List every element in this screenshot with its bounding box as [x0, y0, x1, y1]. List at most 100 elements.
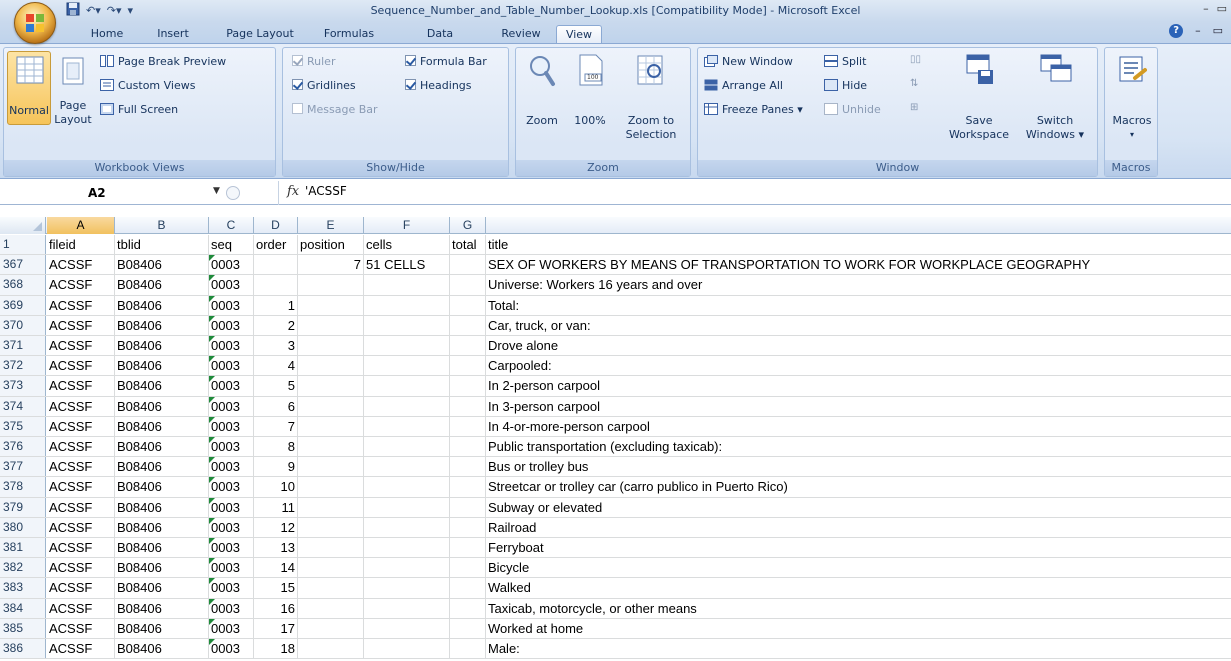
- cell-A[interactable]: ACSSF: [47, 558, 115, 577]
- minimize-icon[interactable]: –: [1203, 2, 1209, 15]
- cell-E[interactable]: 7: [298, 255, 364, 274]
- cell-E[interactable]: [298, 296, 364, 315]
- cell-F[interactable]: [364, 639, 450, 658]
- cell-H[interactable]: Carpooled:: [486, 356, 1231, 375]
- freeze-panes-button[interactable]: Freeze Panes ▾: [704, 103, 803, 117]
- cell-D[interactable]: [254, 275, 298, 294]
- column-header-F[interactable]: F: [364, 217, 450, 234]
- cell-F[interactable]: [364, 578, 450, 597]
- cell-A[interactable]: ACSSF: [47, 578, 115, 597]
- minimize-workbook-icon[interactable]: –: [1195, 24, 1201, 38]
- cell-D[interactable]: 11: [254, 498, 298, 517]
- cell-H[interactable]: In 4-or-more-person carpool: [486, 417, 1231, 436]
- cell-D[interactable]: 15: [254, 578, 298, 597]
- cell-C[interactable]: 0003: [209, 356, 254, 375]
- cell-H[interactable]: Car, truck, or van:: [486, 316, 1231, 335]
- cell-A[interactable]: ACSSF: [47, 477, 115, 496]
- formula-bar-checkbox[interactable]: Formula Bar: [405, 55, 487, 69]
- cell-D[interactable]: 2: [254, 316, 298, 335]
- cell-D[interactable]: 16: [254, 599, 298, 618]
- cell-B[interactable]: B08406: [115, 336, 209, 355]
- row-header[interactable]: 377: [0, 457, 46, 477]
- reset-window-position-icon[interactable]: ⊞: [910, 102, 918, 113]
- name-box-dropdown-icon[interactable]: ▼: [213, 186, 220, 196]
- cell-G[interactable]: [450, 255, 486, 274]
- column-header-A[interactable]: A: [47, 217, 115, 234]
- cell-H[interactable]: In 2-person carpool: [486, 376, 1231, 395]
- cell-D[interactable]: 17: [254, 619, 298, 638]
- row-header[interactable]: 383: [0, 578, 46, 598]
- cell-C[interactable]: 0003: [209, 315, 254, 335]
- cell-D[interactable]: 12: [254, 518, 298, 537]
- tab-review[interactable]: Review: [496, 25, 546, 43]
- cell-E[interactable]: [298, 578, 364, 597]
- cell-E[interactable]: [298, 437, 364, 456]
- name-box[interactable]: A2: [6, 183, 182, 203]
- cell-E[interactable]: [298, 275, 364, 294]
- formula-input[interactable]: 'ACSSF: [305, 184, 347, 198]
- cell-A[interactable]: ACSSF: [47, 255, 115, 274]
- cell-H[interactable]: Bus or trolley bus: [486, 457, 1231, 476]
- cell-E[interactable]: [298, 498, 364, 517]
- cell-D[interactable]: 8: [254, 437, 298, 456]
- cell-F[interactable]: [364, 275, 450, 294]
- cell-F[interactable]: [364, 437, 450, 456]
- macros-button[interactable]: Macros ▾: [1109, 52, 1155, 142]
- cell-E[interactable]: [298, 356, 364, 375]
- split-button[interactable]: Split: [824, 55, 866, 69]
- column-header-E[interactable]: E: [298, 217, 364, 234]
- save-workspace-button[interactable]: Save Workspace: [942, 52, 1016, 142]
- cell-C[interactable]: 0003: [209, 639, 254, 658]
- tab-view[interactable]: View: [556, 25, 602, 43]
- cell-G[interactable]: [450, 599, 486, 618]
- cell-F[interactable]: [364, 356, 450, 375]
- cell-F[interactable]: [364, 417, 450, 436]
- cell-G[interactable]: [450, 417, 486, 436]
- select-all-button[interactable]: [0, 217, 46, 234]
- cell-D[interactable]: 18: [254, 639, 298, 658]
- cell-E[interactable]: [298, 417, 364, 436]
- cell-B[interactable]: B08406: [115, 356, 209, 375]
- cell-A[interactable]: ACSSF: [47, 296, 115, 315]
- ruler-checkbox[interactable]: Ruler: [292, 55, 335, 69]
- cell-E[interactable]: [298, 558, 364, 577]
- cell-D[interactable]: 7: [254, 417, 298, 436]
- cell-G[interactable]: [450, 619, 486, 638]
- zoom-to-selection-button[interactable]: Zoom to Selection: [616, 52, 686, 142]
- cell-H[interactable]: Public transportation (excluding taxicab…: [486, 437, 1231, 456]
- cell-C[interactable]: 0003: [209, 396, 254, 416]
- zoom-button[interactable]: Zoom: [520, 52, 564, 127]
- cell-G[interactable]: [450, 457, 486, 476]
- cell-A[interactable]: ACSSF: [47, 336, 115, 355]
- cell-G[interactable]: [450, 376, 486, 395]
- cell-E[interactable]: [298, 538, 364, 557]
- row-header[interactable]: 382: [0, 558, 46, 578]
- row-header[interactable]: 376: [0, 437, 46, 457]
- row-header[interactable]: 372: [0, 356, 46, 376]
- cell-F[interactable]: [364, 599, 450, 618]
- cell-C[interactable]: 0003: [209, 598, 254, 618]
- cell-A[interactable]: ACSSF: [47, 275, 115, 294]
- tab-data[interactable]: Data: [422, 25, 458, 43]
- full-screen-button[interactable]: Full Screen: [100, 103, 178, 117]
- cell-F[interactable]: [364, 457, 450, 476]
- cell-C[interactable]: 0003: [209, 295, 254, 315]
- cell-D[interactable]: [254, 255, 298, 274]
- cell-E[interactable]: [298, 336, 364, 355]
- cell-B[interactable]: B08406: [115, 397, 209, 416]
- cell-A[interactable]: fileid: [47, 235, 115, 254]
- cell-C[interactable]: 0003: [209, 275, 254, 294]
- row-header[interactable]: 374: [0, 396, 46, 416]
- cell-B[interactable]: B08406: [115, 376, 209, 395]
- cell-B[interactable]: B08406: [115, 578, 209, 597]
- cell-F[interactable]: [364, 619, 450, 638]
- cell-H[interactable]: Railroad: [486, 518, 1231, 537]
- cell-F[interactable]: [364, 336, 450, 355]
- cell-A[interactable]: ACSSF: [47, 599, 115, 618]
- row-header[interactable]: 386: [0, 639, 46, 659]
- cell-E[interactable]: [298, 477, 364, 496]
- cell-F[interactable]: cells: [364, 235, 450, 254]
- cell-A[interactable]: ACSSF: [47, 518, 115, 537]
- cell-C[interactable]: 0003: [209, 437, 254, 456]
- row-header[interactable]: 367: [0, 255, 46, 275]
